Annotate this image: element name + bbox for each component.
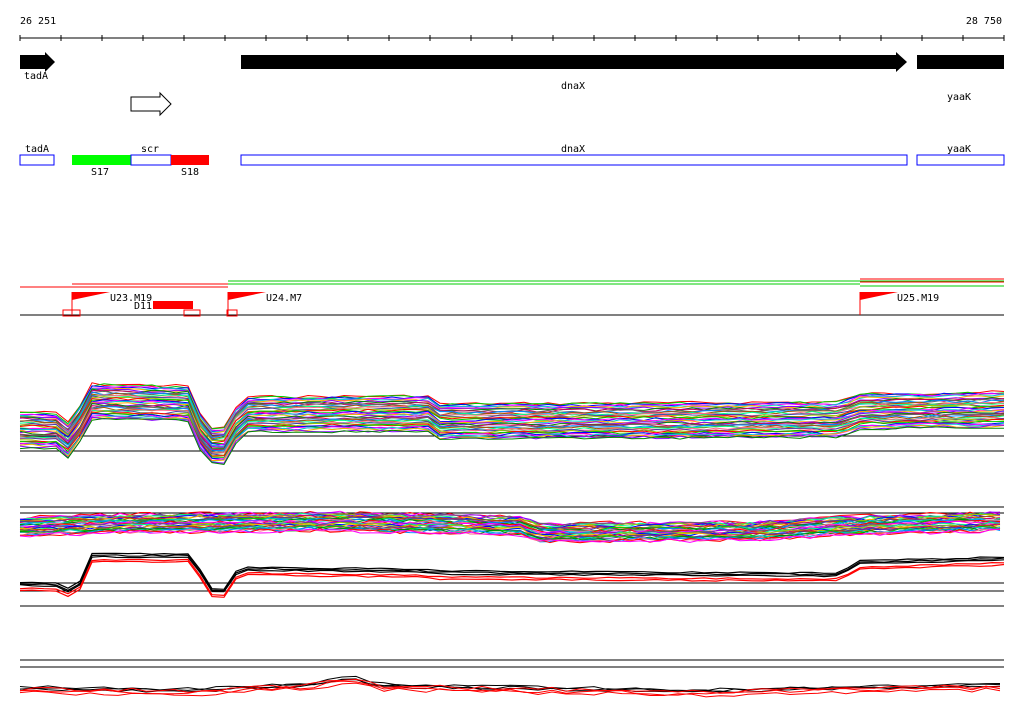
gene-label-tada: tadA	[24, 71, 48, 82]
gene-label-dnax: dnaX	[561, 81, 585, 92]
region-label-scr: scr	[141, 144, 159, 155]
promoter-label-u24: U24.M7	[266, 293, 302, 304]
region-track: tadA scr S17 S18 dnaX yaaK	[19, 144, 1005, 178]
gene-track: tadA dnaX yaaK	[20, 52, 1004, 117]
promoter-flag-u25[interactable]	[860, 292, 898, 300]
region-box-tada[interactable]	[19, 154, 55, 166]
segment-s18[interactable]	[171, 155, 209, 165]
segment-middle[interactable]	[130, 154, 172, 166]
coordinate-ruler: 26 251 28 750	[19, 16, 1005, 41]
deletion-label-d11: D11	[134, 301, 152, 312]
gene-label-yaak: yaaK	[947, 92, 971, 103]
segment-label-s17: S17	[91, 167, 109, 178]
expression-track-bottom	[19, 659, 1004, 698]
region-box-yaak[interactable]	[916, 154, 1005, 166]
gene-arrow-scr[interactable]	[130, 91, 172, 117]
ruler-end-label: 28 750	[966, 16, 1002, 27]
ratio-line-red	[19, 560, 1005, 598]
segment-s17[interactable]	[72, 155, 131, 165]
expression-track-ratio	[19, 552, 1005, 607]
gene-arrow-tada[interactable]	[20, 52, 55, 72]
region-label-yaak: yaaK	[947, 144, 971, 155]
promoter-flag-u23[interactable]	[72, 292, 110, 300]
region-label-dnax: dnaX	[561, 144, 585, 155]
feature-track: U23.M19 D11 U24.M7 U25.M19	[20, 278, 1004, 317]
segment-label-s18: S18	[181, 167, 199, 178]
expression-track-secondary	[19, 506, 1004, 544]
region-box-dnax[interactable]	[240, 154, 908, 166]
region-label-tada: tadA	[25, 144, 49, 155]
gene-arrow-yaak[interactable]	[917, 55, 1004, 69]
expression-track-main	[19, 382, 1005, 465]
promoter-flag-u24[interactable]	[228, 292, 266, 300]
ruler-start-label: 26 251	[20, 16, 56, 27]
promoter-label-u25: U25.M19	[897, 293, 939, 304]
gene-arrow-dnax[interactable]	[241, 52, 907, 72]
genome-browser-view[interactable]: 26 251 28 750 tadA dnaX yaaK tadA scr S1…	[0, 0, 1024, 714]
deletion-d11[interactable]	[153, 301, 193, 309]
